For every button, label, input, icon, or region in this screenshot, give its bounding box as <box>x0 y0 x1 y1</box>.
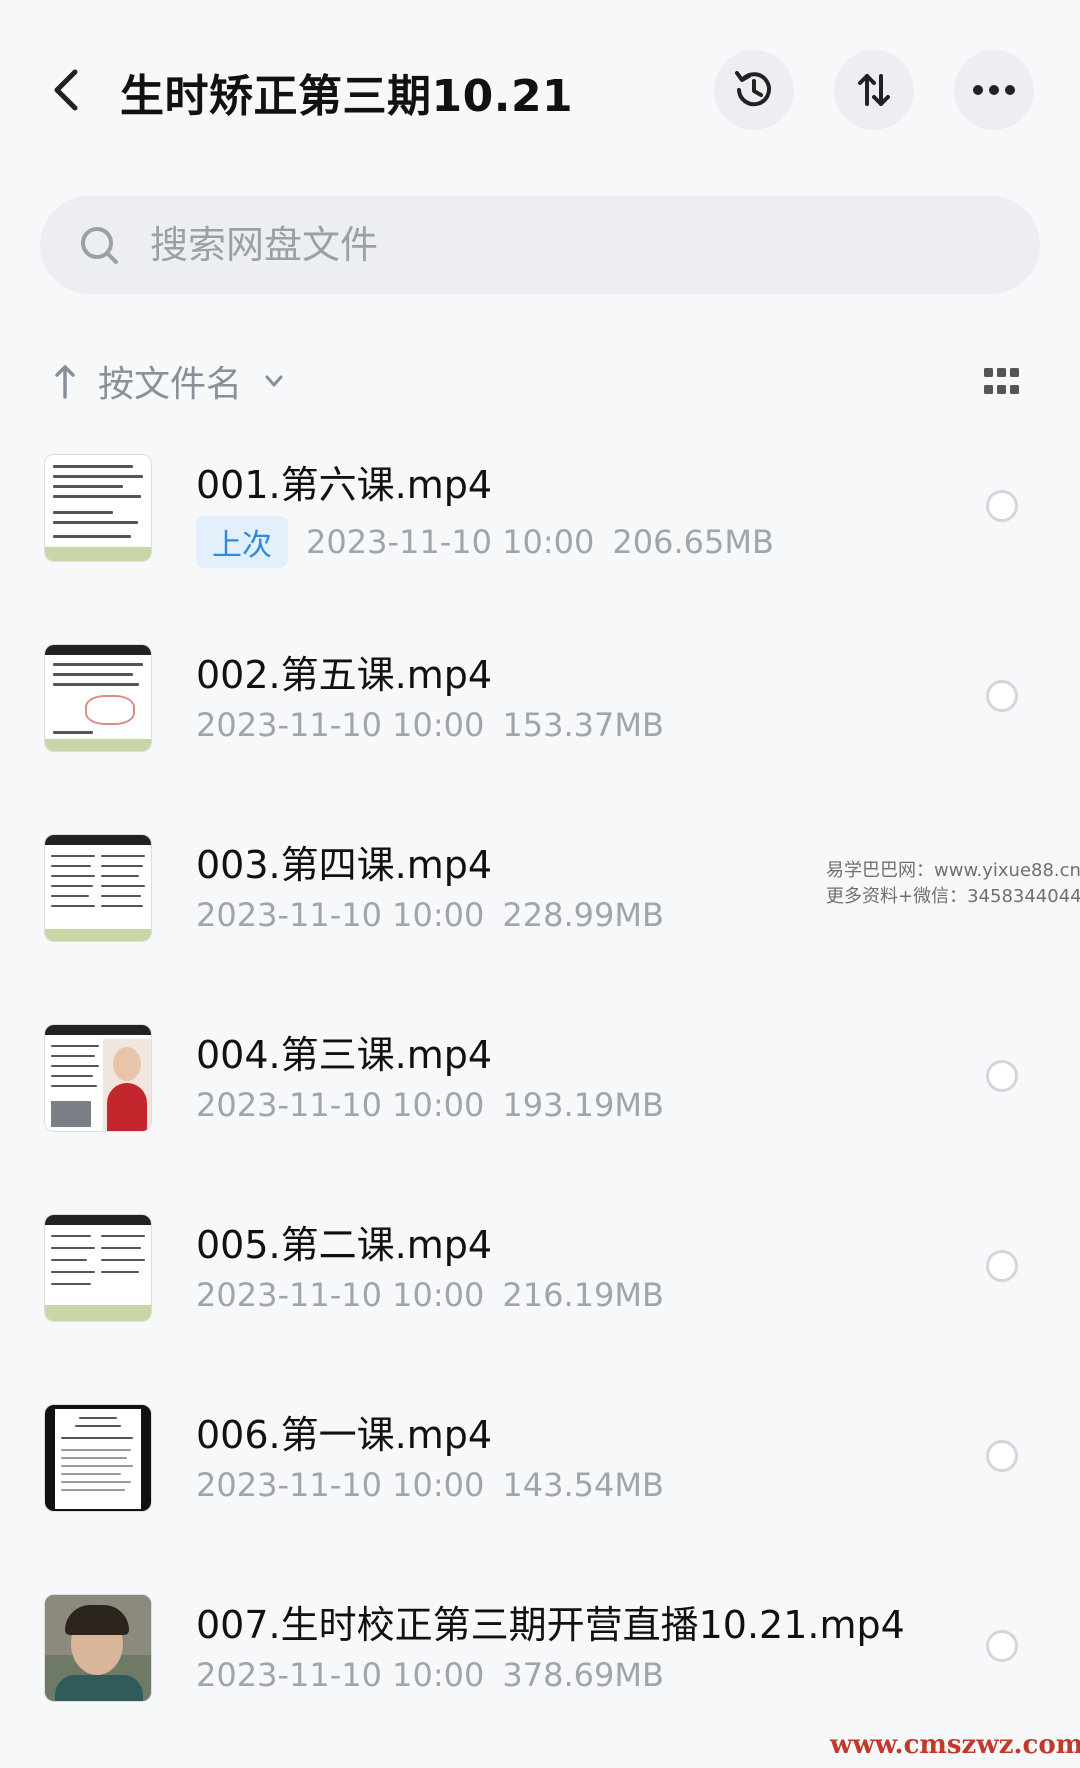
file-date: 2023-11-10 10:00 <box>196 1466 485 1504</box>
chevron-down-icon <box>265 375 283 387</box>
file-row[interactable]: 004.第三课.mp4 2023-11-10 10:00 193.19MB <box>0 1010 1080 1200</box>
file-thumbnail <box>44 1214 152 1322</box>
more-button[interactable] <box>954 50 1034 130</box>
file-date: 2023-11-10 10:00 <box>196 896 485 934</box>
file-thumbnail <box>44 454 152 562</box>
sort-label: 按文件名 <box>98 364 243 405</box>
history-icon <box>735 71 771 107</box>
file-size: 228.99MB <box>502 896 664 934</box>
sort-button[interactable] <box>834 50 914 130</box>
file-date: 2023-11-10 10:00 <box>196 1086 485 1124</box>
search-icon <box>81 227 118 264</box>
file-date: 2023-11-10 10:00 <box>196 1656 485 1694</box>
file-thumbnail <box>44 1594 152 1702</box>
grid-view-icon[interactable] <box>984 368 1020 396</box>
sort-arrows-icon <box>858 74 890 106</box>
watermark-text: 易学巴巴网：www.yixue88.cn 更多资料+微信：3458344044 <box>826 858 1080 910</box>
file-name: 006.第一课.mp4 <box>196 1413 493 1457</box>
file-row[interactable]: 003.第四课.mp4 2023-11-10 10:00 228.99MB <box>0 820 1080 1010</box>
file-size: 206.65MB <box>612 523 774 561</box>
file-date: 2023-11-10 10:00 <box>306 523 595 561</box>
file-meta: 2023-11-10 10:00 153.37MB <box>196 706 664 744</box>
file-name: 001.第六课.mp4 <box>196 463 493 507</box>
footer-watermark: www.cmszwz.com <box>830 1730 1080 1760</box>
back-button[interactable] <box>40 64 92 116</box>
file-size: 193.19MB <box>502 1086 664 1124</box>
watermark-line: 更多资料+微信：3458344044 <box>826 886 1080 907</box>
search-input[interactable] <box>150 196 1010 294</box>
file-thumbnail <box>44 644 152 752</box>
last-viewed-badge: 上次 <box>196 516 288 568</box>
select-radio[interactable] <box>986 1440 1018 1472</box>
file-meta: 2023-11-10 10:00 228.99MB <box>196 896 664 934</box>
search-bar[interactable] <box>40 196 1040 294</box>
file-name: 005.第二课.mp4 <box>196 1223 493 1267</box>
select-radio[interactable] <box>986 680 1018 712</box>
more-dots-icon <box>973 85 1015 95</box>
file-meta: 2023-11-10 10:00 143.54MB <box>196 1466 664 1504</box>
select-radio[interactable] <box>986 490 1018 522</box>
file-date: 2023-11-10 10:00 <box>196 706 485 744</box>
arrow-up-icon <box>55 365 75 399</box>
file-size: 378.69MB <box>502 1656 664 1694</box>
top-bar: 生时矫正第三期10.21 <box>0 40 1080 140</box>
file-meta: 上次 2023-11-10 10:00 206.65MB <box>196 516 774 568</box>
file-name: 004.第三课.mp4 <box>196 1033 493 1077</box>
history-button[interactable] <box>714 50 794 130</box>
file-row[interactable]: 005.第二课.mp4 2023-11-10 10:00 216.19MB <box>0 1200 1080 1390</box>
file-thumbnail <box>44 1024 152 1132</box>
watermark-line: 易学巴巴网：www.yixue88.cn <box>826 860 1080 881</box>
file-size: 153.37MB <box>502 706 664 744</box>
file-name: 002.第五课.mp4 <box>196 653 493 697</box>
file-meta: 2023-11-10 10:00 216.19MB <box>196 1276 664 1314</box>
page-title: 生时矫正第三期10.21 <box>120 71 574 122</box>
select-radio[interactable] <box>986 1250 1018 1282</box>
file-row[interactable]: 006.第一课.mp4 2023-11-10 10:00 143.54MB <box>0 1390 1080 1580</box>
file-thumbnail <box>44 834 152 942</box>
sort-selector[interactable]: 按文件名 <box>52 356 286 406</box>
file-row[interactable]: 001.第六课.mp4 上次 2023-11-10 10:00 206.65MB <box>0 440 1080 630</box>
file-name: 003.第四课.mp4 <box>196 843 493 887</box>
file-meta: 2023-11-10 10:00 378.69MB <box>196 1656 664 1694</box>
file-meta: 2023-11-10 10:00 193.19MB <box>196 1086 664 1124</box>
file-size: 216.19MB <box>502 1276 664 1314</box>
select-radio[interactable] <box>986 1630 1018 1662</box>
file-size: 143.54MB <box>502 1466 664 1504</box>
file-row[interactable]: 002.第五课.mp4 2023-11-10 10:00 153.37MB <box>0 630 1080 820</box>
chevron-left-icon <box>54 69 78 111</box>
select-radio[interactable] <box>986 1060 1018 1092</box>
file-thumbnail <box>44 1404 152 1512</box>
file-name: 007.生时校正第三期开营直播10.21.mp4 <box>196 1603 905 1647</box>
file-date: 2023-11-10 10:00 <box>196 1276 485 1314</box>
